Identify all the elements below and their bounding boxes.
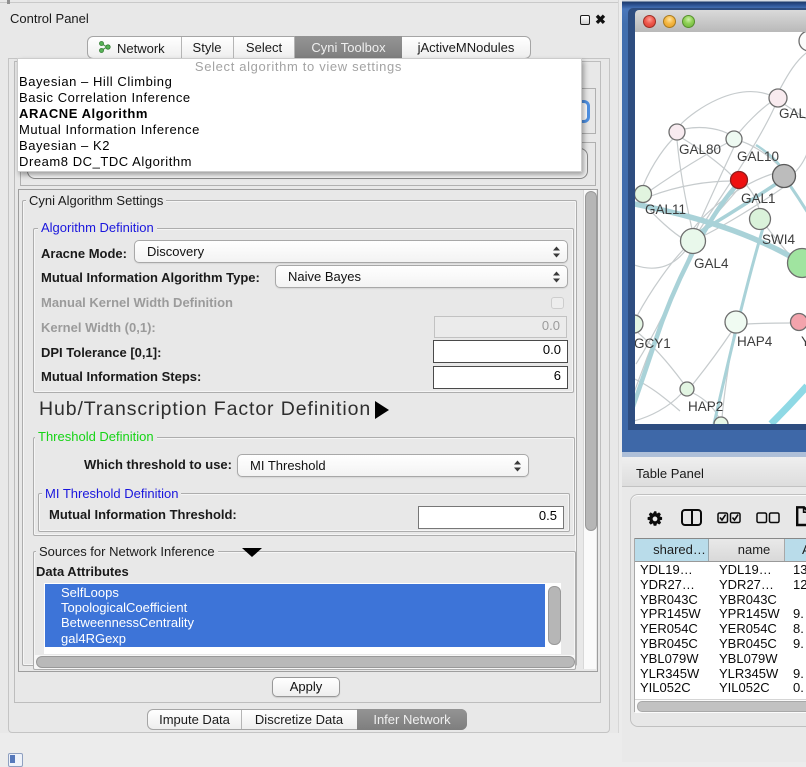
svg-text:HAP2: HAP2: [688, 399, 723, 414]
svg-text:GAL11: GAL11: [645, 202, 686, 217]
svg-text:GAL8: GAL8: [779, 106, 806, 121]
svg-text:GAL1: GAL1: [741, 191, 776, 206]
svg-text:SWI4: SWI4: [762, 232, 795, 247]
svg-text:GCY1: GCY1: [635, 336, 671, 351]
svg-text:HAP4: HAP4: [737, 334, 773, 349]
svg-text:Y: Y: [801, 334, 806, 349]
svg-text:GAL10: GAL10: [737, 149, 779, 164]
svg-text:GAL80: GAL80: [679, 142, 721, 157]
svg-text:GAL4: GAL4: [694, 256, 729, 271]
